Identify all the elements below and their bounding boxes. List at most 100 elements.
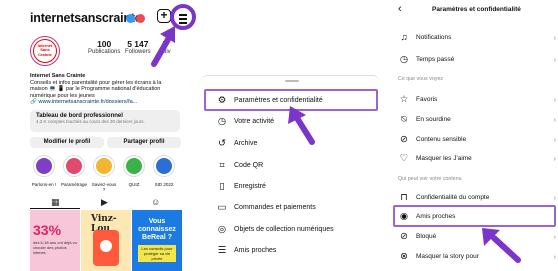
bio-line: maison 💻 📱 par le Programme national d'é… xyxy=(30,86,161,93)
highlight-quiz[interactable] xyxy=(123,155,145,177)
chevron-right-icon: › xyxy=(553,54,557,64)
mute-icon: ⍉ xyxy=(401,113,407,125)
menu-item-qr-code[interactable]: ⌗ Code QR xyxy=(200,155,380,175)
settings-item-label: Masquer les J'aime xyxy=(416,154,472,162)
highlight-saviez-vous[interactable] xyxy=(93,155,115,177)
settings-item-account-privacy[interactable]: ⊓ Confidentialité du compte › xyxy=(390,187,558,207)
menu-item-label: Votre activité xyxy=(234,117,275,125)
chevron-right-icon: › xyxy=(553,153,557,163)
sensitive-icon: ⊘ xyxy=(400,133,408,145)
profile-bio: Internet Sans Crainte Conseils et infos … xyxy=(30,73,180,99)
share-profile-button[interactable]: Partager profil xyxy=(107,137,181,148)
post-thumbnail[interactable]: 33% des 6-18 ans ont déjà vu circuler de… xyxy=(30,210,80,271)
bell-icon: ♫ xyxy=(400,31,408,43)
reels-tab-icon[interactable]: ▶ xyxy=(101,197,108,208)
highlight-parlons-en[interactable] xyxy=(33,155,55,177)
highlight-sid-2022[interactable] xyxy=(153,155,175,177)
chevron-right-icon: › xyxy=(553,231,557,241)
post-subtitle: Les conseils pour protéger sa vie privée xyxy=(138,245,176,262)
settings-item-hide-likes[interactable]: ♡ Masquer les J'aime › xyxy=(390,148,558,168)
bio-name: Internet Sans Crainte xyxy=(30,73,86,79)
settings-item-blocked[interactable]: ⊘ Bloqué › xyxy=(390,226,558,246)
highlight-label: Parlons-en ! xyxy=(31,182,57,187)
menu-item-saved[interactable]: ▯ Enregistré xyxy=(200,176,380,196)
menu-item-label: Objets de collection numériques xyxy=(234,225,334,233)
chevron-right-icon: › xyxy=(553,94,557,104)
professional-dashboard[interactable]: Tableau de bord professionnel 4,3 K comp… xyxy=(30,110,180,132)
purple-arrow-icon xyxy=(288,106,315,145)
settings-item-label: En sourdine xyxy=(416,115,451,123)
settings-item-label: Notifications xyxy=(416,33,452,41)
menu-item-close-friends[interactable]: ☰ Amis proches xyxy=(200,240,380,260)
menu-item-collectibles[interactable]: ◎ Objets de collection numériques xyxy=(200,219,380,239)
sheet-drag-handle[interactable] xyxy=(285,80,299,82)
stat-followers[interactable]: 5 147 Followers xyxy=(125,39,151,55)
menu-item-label: Commandes et paiements xyxy=(234,203,316,211)
chevron-right-icon: › xyxy=(553,251,557,261)
archive-icon: ↺ xyxy=(218,137,226,149)
highlight-label: Saviez-vous ? xyxy=(91,182,117,192)
qr-code-icon: ⌗ xyxy=(219,159,225,171)
settings-item-label: Bloqué xyxy=(416,232,437,240)
settings-item-label: Temps passé xyxy=(416,55,455,63)
dashboard-subtitle: 4,3 K comptes touchés au cours des 30 de… xyxy=(36,119,145,124)
stat-value: 5 147 xyxy=(127,39,149,49)
settings-item-label: Contenu sensible xyxy=(416,135,467,143)
tagged-tab-icon[interactable]: ☺ xyxy=(151,197,160,207)
settings-item-label: Masquer la story pour xyxy=(416,252,479,260)
verified-icon xyxy=(126,14,135,23)
settings-item-sensitive-content[interactable]: ⊘ Contenu sensible › xyxy=(390,129,558,149)
stat-publications[interactable]: 100 Publications xyxy=(88,39,120,55)
chevron-right-icon: › xyxy=(553,114,557,124)
lock-icon: ⊓ xyxy=(400,191,408,203)
create-post-icon[interactable]: + xyxy=(157,9,171,23)
menu-item-label: Amis proches xyxy=(234,246,277,254)
settings-item-label: Confidentialité du compte xyxy=(416,193,490,201)
profile-link[interactable]: 🔗 www.internetsanscrainte.fr/dossiers/fa… xyxy=(30,99,137,105)
clock-icon: ◷ xyxy=(399,53,409,65)
post-stat-text: 33% xyxy=(33,222,62,238)
highlight-label: QUIZ xyxy=(128,182,140,187)
chevron-right-icon: › xyxy=(553,192,557,202)
post-thumbnail[interactable]: Vinz-Lou xyxy=(81,210,131,271)
hide-story-icon: ⊗ xyxy=(400,250,408,262)
menu-item-label: Code QR xyxy=(234,161,264,169)
menu-item-orders[interactable]: ▭ Commandes et paiements xyxy=(200,197,380,217)
page-title: Paramètres et confidentialité xyxy=(432,6,521,13)
highlight-parametrage[interactable] xyxy=(63,155,85,177)
heart-off-icon: ♡ xyxy=(399,152,409,164)
blocked-icon: ⊘ xyxy=(400,230,408,242)
avatar-logo-text: Internet Sans Crainte xyxy=(33,39,57,63)
settings-item-favorites[interactable]: ☆ Favoris › xyxy=(390,89,558,109)
profile-link-text[interactable]: www.internetsanscrainte.fr/dossiers/fa..… xyxy=(39,99,138,105)
collectible-icon: ◎ xyxy=(217,223,227,235)
profile-username: internetsanscrainte xyxy=(30,11,142,25)
stat-label: Followers xyxy=(125,49,151,55)
menu-item-label: Archive xyxy=(234,139,258,147)
chevron-right-icon: › xyxy=(553,32,557,42)
section-header: Ce que vous voyez xyxy=(398,76,444,82)
post-caption: des 6-18 ans ont déjà vu circuler des ph… xyxy=(33,240,77,255)
settings-item-time-spent[interactable]: ◷ Temps passé › xyxy=(390,49,558,69)
section-header: Qui peut voir votre contenu xyxy=(398,176,462,182)
chevron-right-icon: › xyxy=(553,134,557,144)
avatar[interactable]: Internet Sans Crainte xyxy=(30,36,60,66)
stat-label: Publications xyxy=(88,49,121,55)
menu-item-label: Enregistré xyxy=(234,182,266,190)
highlight-frame xyxy=(393,205,556,227)
post-title: Vous connaissez BeReal ? xyxy=(138,218,176,241)
grid-tab-icon[interactable]: ▦ xyxy=(51,197,60,208)
settings-item-muted[interactable]: ⍉ En sourdine › xyxy=(390,109,558,129)
highlight-label: SID 2022 xyxy=(154,182,174,187)
settings-item-hide-story[interactable]: ⊗ Masquer la story pour › xyxy=(390,246,558,266)
edit-profile-button[interactable]: Modifier le profil xyxy=(30,137,104,148)
post-thumbnail[interactable]: Vous connaissez BeReal ? Les conseils po… xyxy=(132,210,182,271)
notification-dot-icon xyxy=(136,14,145,23)
settings-item-notifications[interactable]: ♫ Notifications › xyxy=(390,27,558,47)
play-icon xyxy=(100,240,112,252)
star-icon: ☆ xyxy=(399,93,409,105)
back-arrow-icon[interactable]: ‹ xyxy=(398,3,402,15)
purple-arrow-icon xyxy=(482,228,521,263)
activity-icon: ◷ xyxy=(217,115,227,127)
bookmark-icon: ▯ xyxy=(219,180,225,192)
